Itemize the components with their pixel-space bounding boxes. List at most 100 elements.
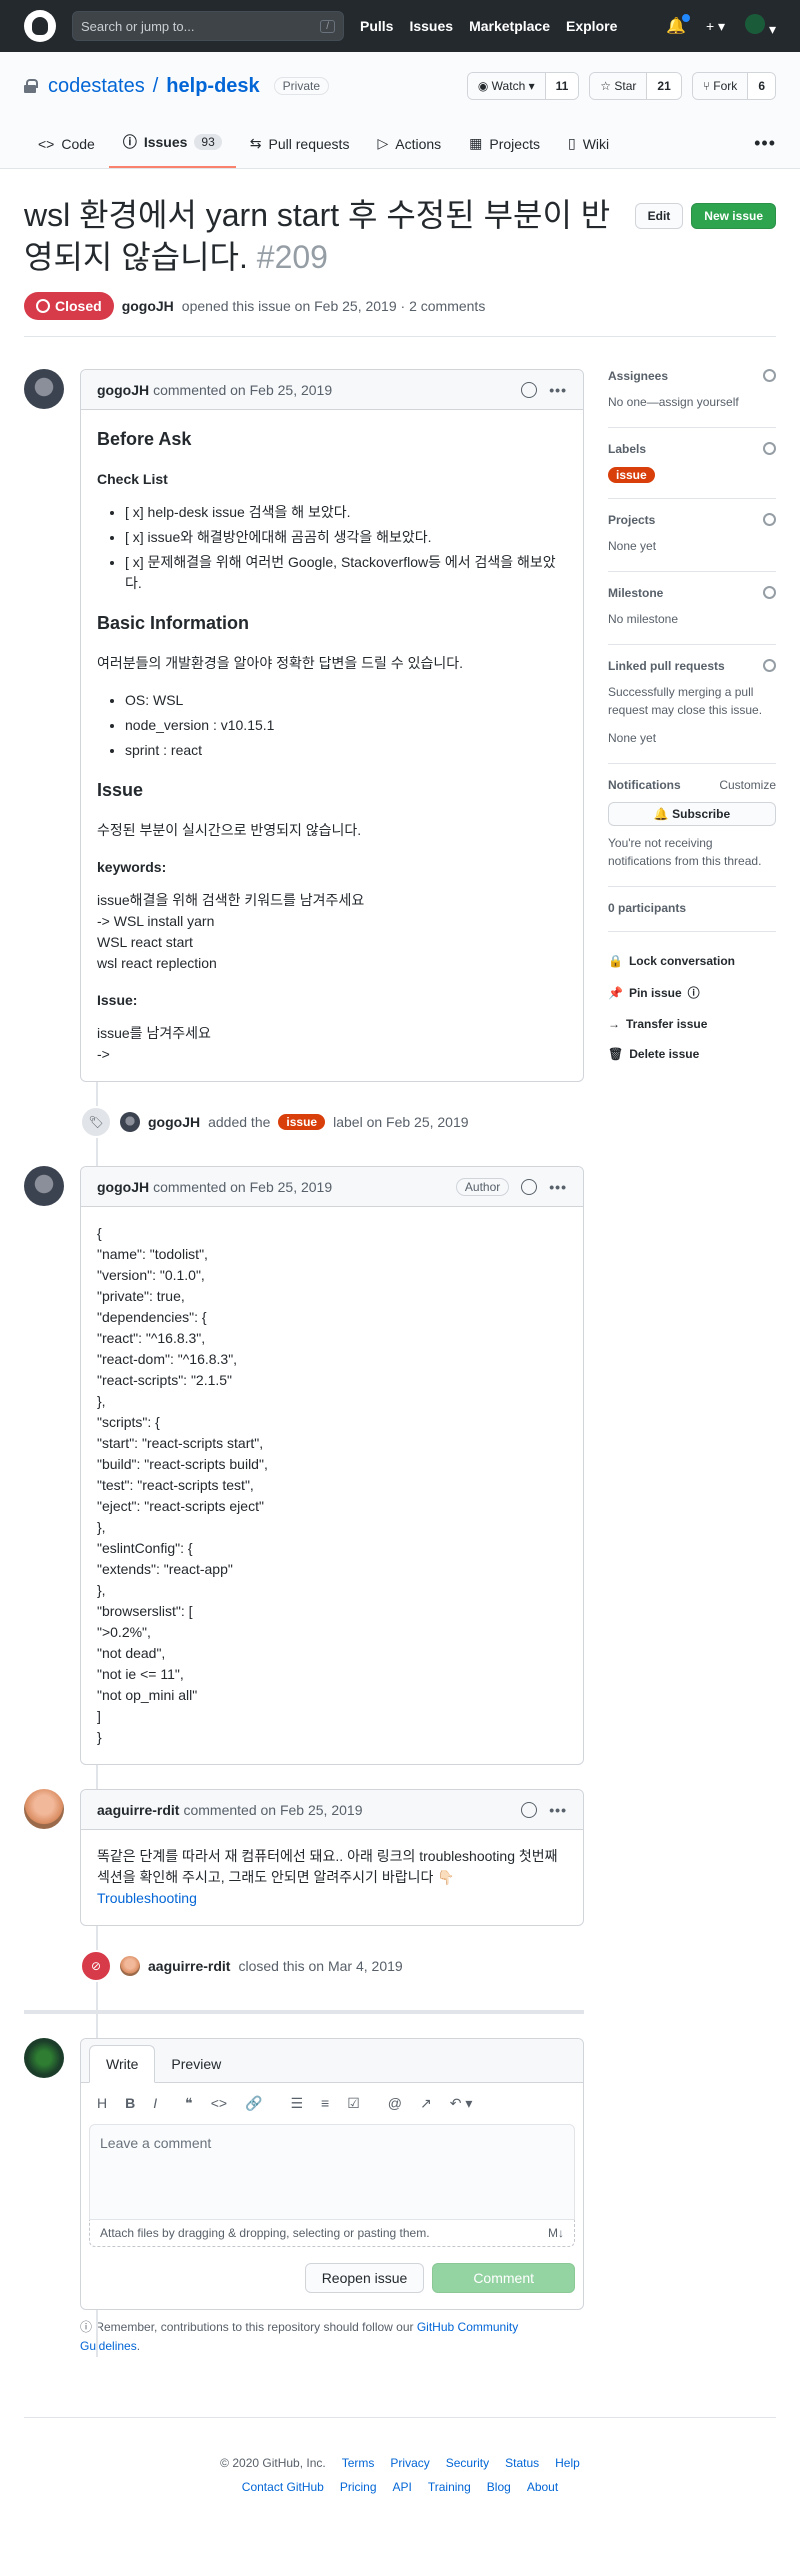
kebab-menu-icon[interactable]: ••• [549, 382, 567, 398]
assignees-heading: Assignees [608, 369, 669, 384]
contribution-guide: ⓘ Remember, contributions to this reposi… [80, 2320, 519, 2354]
comment-author[interactable]: gogoJH [97, 382, 149, 398]
footer-link[interactable]: Privacy [390, 2456, 429, 2470]
comment-body: Before Ask Check List [ x] help-desk iss… [81, 410, 583, 1081]
link-icon[interactable]: 🔗 [245, 2095, 262, 2112]
nav-pulls[interactable]: Pulls [360, 18, 393, 34]
gear-icon[interactable] [763, 442, 776, 456]
comment-textarea[interactable]: Leave a comment [89, 2124, 575, 2221]
avatar[interactable] [24, 1789, 64, 1830]
footer-link[interactable]: Contact GitHub [242, 2480, 324, 2494]
avatar[interactable] [24, 1166, 64, 1207]
issue-author[interactable]: gogoJH [122, 298, 174, 314]
new-issue-button[interactable]: New issue [691, 203, 776, 229]
smiley-icon[interactable] [521, 1178, 538, 1195]
delete-issue-link[interactable]: 🗑 Delete issue [608, 1039, 776, 1069]
event-text: added the [208, 1114, 271, 1131]
quote-icon[interactable]: ❝ [185, 2095, 193, 2112]
avatar[interactable] [120, 1956, 140, 1977]
watch-label: ◉ Watch ▾ [467, 73, 545, 99]
gear-icon[interactable] [763, 369, 776, 383]
book-icon: ▯ [567, 135, 576, 151]
event-author[interactable]: aaguirre-rdit [148, 1958, 230, 1974]
task-list-icon[interactable]: ☑ [347, 2095, 360, 2112]
watch-button[interactable]: ◉ Watch ▾ 11 [466, 72, 580, 100]
footer-link[interactable]: Blog [487, 2480, 511, 2494]
fork-count[interactable]: 6 [747, 73, 775, 99]
tab-write[interactable]: Write [89, 2045, 156, 2084]
heading: Before Ask [97, 429, 192, 450]
attach-files-area[interactable]: Attach files by dragging & dropping, sel… [89, 2220, 575, 2248]
footer-link[interactable]: Training [428, 2480, 471, 2494]
avatar[interactable] [24, 369, 64, 410]
bullet-list-icon[interactable]: ☰ [290, 2095, 303, 2112]
nav-explore[interactable]: Explore [566, 18, 617, 34]
gear-icon[interactable] [763, 513, 776, 527]
github-logo-icon[interactable] [24, 10, 56, 42]
tab-label: Projects [489, 135, 540, 152]
repo-name-link[interactable]: help-desk [166, 75, 259, 98]
footer-link[interactable]: About [527, 2480, 558, 2494]
heading-icon[interactable]: H [97, 2095, 107, 2112]
tab-preview[interactable]: Preview [155, 2046, 237, 2082]
nav-marketplace[interactable]: Marketplace [469, 18, 550, 34]
smiley-icon[interactable] [521, 1801, 538, 1818]
repo-owner-link[interactable]: codestates [48, 75, 145, 98]
watch-count[interactable]: 11 [544, 73, 579, 99]
lock-conversation-link[interactable]: 🔒 Lock conversation [608, 946, 776, 976]
fork-button[interactable]: ⑂ Fork 6 [691, 72, 776, 100]
customize-link[interactable]: Customize [719, 778, 776, 792]
tab-actions[interactable]: ▷ Actions [363, 135, 455, 168]
subscribe-button[interactable]: 🔔 Subscribe [608, 802, 776, 827]
guide-text: Remember, contributions to this reposito… [95, 2320, 414, 2335]
footer-link[interactable]: Security [446, 2456, 489, 2470]
kebab-menu-icon[interactable]: ••• [549, 1179, 567, 1195]
footer-link[interactable]: Pricing [340, 2480, 377, 2494]
notification-bell-icon[interactable]: 🔔 [666, 12, 692, 36]
comment-author[interactable]: gogoJH [97, 1179, 149, 1195]
tab-projects[interactable]: ▦ Projects [455, 135, 554, 168]
transfer-issue-link[interactable]: → Transfer issue [608, 1009, 776, 1039]
bold-icon[interactable]: B [125, 2095, 135, 2112]
edit-button[interactable]: Edit [634, 203, 684, 229]
reply-icon[interactable]: ↶ ▾ [450, 2095, 473, 2112]
comment-author[interactable]: aaguirre-rdit [97, 1802, 179, 1818]
tab-pull-requests[interactable]: ⇆ Pull requests [236, 135, 364, 168]
kebab-menu-icon[interactable]: ••• [549, 1802, 567, 1818]
tab-code[interactable]: <> Code [24, 136, 109, 168]
footer-link[interactable]: Status [505, 2456, 539, 2470]
code-icon[interactable]: <> [211, 2095, 227, 2112]
footer-link[interactable]: Help [555, 2456, 580, 2470]
projects-heading: Projects [608, 513, 656, 528]
subscribe-label: Subscribe [672, 807, 731, 822]
troubleshooting-link[interactable]: Troubleshooting [97, 1890, 197, 1906]
comment-button[interactable]: Comment [432, 2263, 575, 2294]
search-input[interactable]: Search or jump to... / [72, 11, 344, 41]
tab-issues[interactable]: ⓘ Issues 93 [108, 132, 236, 168]
issue-label[interactable]: issue [608, 467, 655, 484]
cross-reference-icon[interactable]: ↗ [420, 2095, 432, 2112]
gear-icon[interactable] [763, 586, 776, 600]
smiley-icon[interactable] [521, 381, 538, 398]
italic-icon[interactable]: I [153, 2095, 157, 2112]
tab-wiki[interactable]: ▯ Wiki [554, 135, 623, 168]
reopen-issue-button[interactable]: Reopen issue [304, 2263, 425, 2294]
avatar[interactable] [120, 1112, 140, 1133]
star-button[interactable]: ☆ Star 21 [589, 72, 682, 100]
pin-issue-link[interactable]: 📌 Pin issue ⓘ [608, 976, 776, 1009]
issue-label[interactable]: issue [278, 1114, 326, 1131]
nav-issues[interactable]: Issues [409, 18, 453, 34]
gear-icon[interactable] [763, 659, 776, 673]
user-menu[interactable]: ▾ [745, 14, 776, 38]
mention-icon[interactable]: @ [388, 2095, 402, 2112]
pin-icon: 📌 [608, 985, 623, 1000]
numbered-list-icon[interactable]: ≡ [321, 2095, 329, 2112]
footer-link[interactable]: API [393, 2480, 412, 2494]
create-new-menu[interactable]: + ▾ [706, 18, 725, 35]
star-count[interactable]: 21 [646, 73, 681, 99]
more-tabs-icon[interactable]: ••• [754, 133, 776, 168]
markdown-toolbar: H B I ❝ <> 🔗 ☰ ≡ ☑ @ ↗ ↶ ▾ [81, 2083, 583, 2124]
assignees-value[interactable]: No one—assign yourself [608, 393, 776, 411]
event-author[interactable]: gogoJH [148, 1114, 200, 1130]
footer-link[interactable]: Terms [342, 2456, 375, 2470]
